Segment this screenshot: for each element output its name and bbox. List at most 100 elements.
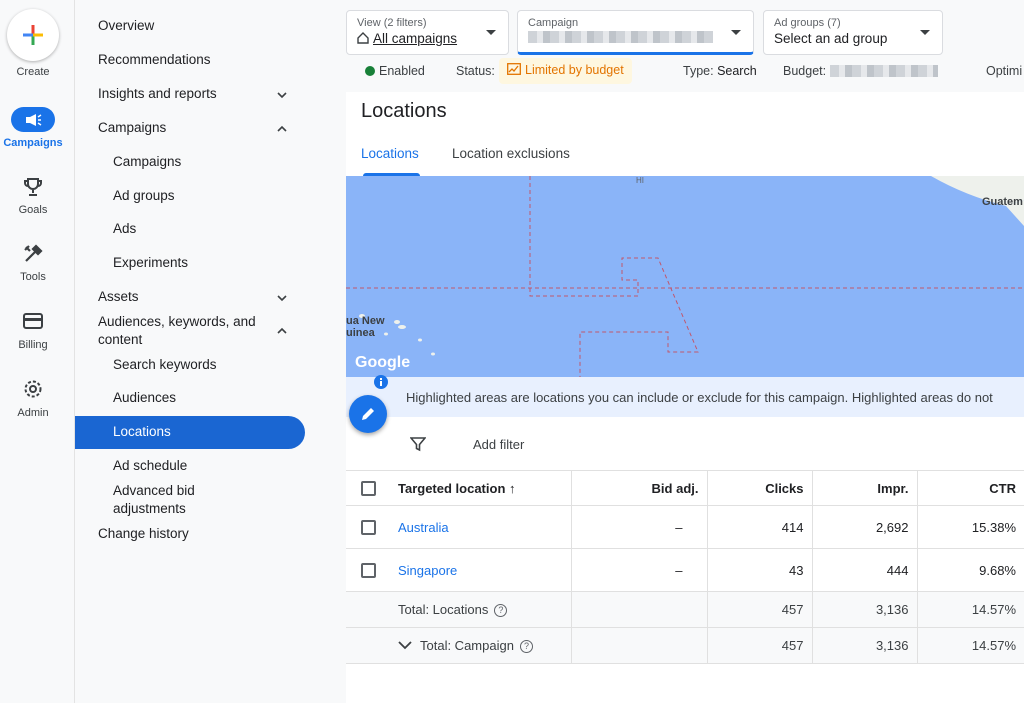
pencil-icon — [362, 408, 374, 420]
bid-adj-cell[interactable]: – — [571, 548, 708, 592]
filter-bar: Add filter — [346, 428, 1024, 468]
ctr-cell: 14.57% — [917, 591, 1024, 628]
tab-location-exclusions[interactable]: Location exclusions — [452, 146, 570, 161]
view-value: All campaigns — [373, 31, 458, 46]
budget-value-redacted — [829, 65, 938, 77]
ctr-cell: 9.68% — [917, 548, 1024, 592]
chevron-down-icon[interactable] — [275, 88, 289, 102]
tools-icon[interactable] — [23, 244, 43, 264]
select-all-checkbox[interactable] — [360, 481, 376, 497]
status-badge[interactable]: Limited by budget — [499, 58, 632, 84]
impr-cell: 2,692 — [812, 505, 918, 549]
enabled-status: Enabled — [379, 64, 425, 78]
create-button[interactable] — [7, 9, 59, 61]
page-title: Locations — [361, 100, 447, 122]
campaign-header: View (2 filters) All campaigns Campaign … — [346, 0, 1024, 92]
ctr-cell: 14.57% — [917, 627, 1024, 664]
nav-recommendations[interactable]: Recommendations — [98, 52, 211, 67]
tools-label[interactable]: Tools — [0, 271, 66, 283]
side-nav: Overview Recommendations Insights and re… — [75, 0, 346, 703]
optimization-label: Optimi — [986, 64, 1023, 78]
nav-locations-active[interactable] — [75, 416, 305, 449]
location-link[interactable]: Singapore — [398, 563, 457, 578]
col-bid-adj[interactable]: Bid adj. — [571, 470, 708, 506]
nav-experiments[interactable]: Experiments — [113, 255, 188, 270]
nav-campaigns-group[interactable]: Campaigns — [98, 120, 166, 135]
trophy-icon[interactable] — [24, 177, 42, 197]
nav-ad-groups[interactable]: Ad groups — [113, 188, 175, 203]
tab-locations[interactable]: Locations — [361, 146, 419, 161]
row-checkbox[interactable] — [360, 520, 376, 536]
admin-label[interactable]: Admin — [0, 407, 66, 419]
location-link[interactable]: Australia — [398, 520, 449, 535]
table-header-row: Targeted location ↑ Bid adj. Clicks Impr… — [346, 470, 1024, 506]
clicks-cell: 457 — [707, 591, 813, 628]
status-label: Status: — [456, 64, 495, 78]
campaigns-rail-label[interactable]: Campaigns — [0, 137, 66, 149]
chevron-up-icon[interactable] — [275, 324, 289, 338]
impr-cell: 3,136 — [812, 591, 918, 628]
campaigns-rail-button[interactable] — [11, 107, 55, 132]
help-icon[interactable]: ? — [494, 604, 508, 618]
nav-audiences-group[interactable]: Audiences, keywords, and — [98, 314, 256, 329]
nav-ads[interactable]: Ads — [113, 221, 136, 236]
nav-search-keywords[interactable]: Search keywords — [113, 357, 217, 372]
status-value: Limited by budget — [525, 63, 624, 77]
campaign-name-redacted — [528, 31, 713, 43]
nav-insights[interactable]: Insights and reports — [98, 86, 217, 101]
nav-audiences-group-line2[interactable]: content — [98, 332, 142, 347]
google-logo: Google — [355, 354, 411, 371]
enabled-dot-icon — [365, 66, 375, 76]
plus-icon — [23, 25, 43, 45]
home-icon — [357, 32, 369, 44]
col-ctr[interactable]: CTR — [917, 470, 1024, 506]
campaign-selector[interactable]: Campaign — [517, 10, 754, 55]
map-label-papua-line2: uinea — [346, 327, 375, 339]
impr-cell: 444 — [812, 548, 918, 592]
dropdown-caret-icon — [731, 30, 741, 35]
help-icon[interactable]: ? — [519, 640, 533, 654]
impr-cell: 3,136 — [812, 627, 918, 664]
chevron-down-icon[interactable] — [398, 640, 412, 650]
col-targeted-location[interactable]: Targeted location ↑ — [390, 470, 572, 506]
nav-audiences[interactable]: Audiences — [113, 390, 176, 405]
credit-card-icon[interactable] — [23, 313, 43, 329]
nav-campaigns[interactable]: Campaigns — [113, 154, 181, 169]
budget-label: Budget: — [783, 64, 827, 78]
billing-label[interactable]: Billing — [0, 339, 66, 351]
gear-icon[interactable] — [23, 379, 43, 399]
goals-label[interactable]: Goals — [0, 204, 66, 216]
dropdown-caret-icon — [486, 30, 496, 35]
ctr-cell: 15.38% — [917, 505, 1024, 549]
nav-ad-schedule[interactable]: Ad schedule — [113, 458, 187, 473]
nav-advanced-bid-line2[interactable]: adjustments — [113, 501, 186, 516]
view-selector[interactable]: View (2 filters) All campaigns — [346, 10, 509, 55]
clicks-cell: 43 — [707, 548, 813, 592]
filter-funnel-icon[interactable] — [410, 436, 426, 452]
adgroups-value: Select an ad group — [774, 31, 888, 46]
col-impr[interactable]: Impr. — [812, 470, 918, 506]
location-map[interactable]: HI Guatem ua New uinea Google — [346, 176, 1024, 377]
total-locations-row: Total: Locations? 457 3,136 14.57% — [346, 591, 1024, 628]
nav-advanced-bid[interactable]: Advanced bid — [113, 483, 195, 498]
map-label-guatemala: Guatem — [982, 196, 1023, 208]
nav-locations[interactable]: Locations — [113, 424, 171, 439]
view-label: View (2 filters) — [357, 17, 427, 29]
chevron-down-icon[interactable] — [275, 291, 289, 305]
map-label-papua: ua New — [346, 315, 385, 327]
col-clicks[interactable]: Clicks — [707, 470, 813, 506]
info-text: Highlighted areas are locations you can … — [406, 390, 993, 405]
info-icon — [374, 375, 388, 389]
adgroup-selector[interactable]: Ad groups (7) Select an ad group — [763, 10, 943, 55]
bid-adj-cell[interactable]: – — [571, 505, 708, 549]
main-content: Locations Locations Location exclusions … — [346, 92, 1024, 703]
nav-change-history[interactable]: Change history — [98, 526, 189, 541]
total-campaign-label: Total: Campaign — [420, 637, 514, 653]
add-filter-button[interactable]: Add filter — [473, 437, 524, 452]
row-checkbox[interactable] — [360, 563, 376, 579]
nav-assets[interactable]: Assets — [98, 289, 139, 304]
chevron-up-icon[interactable] — [275, 122, 289, 136]
sort-arrow-up-icon: ↑ — [509, 480, 516, 496]
nav-overview[interactable]: Overview — [98, 18, 154, 33]
dropdown-caret-icon — [920, 30, 930, 35]
